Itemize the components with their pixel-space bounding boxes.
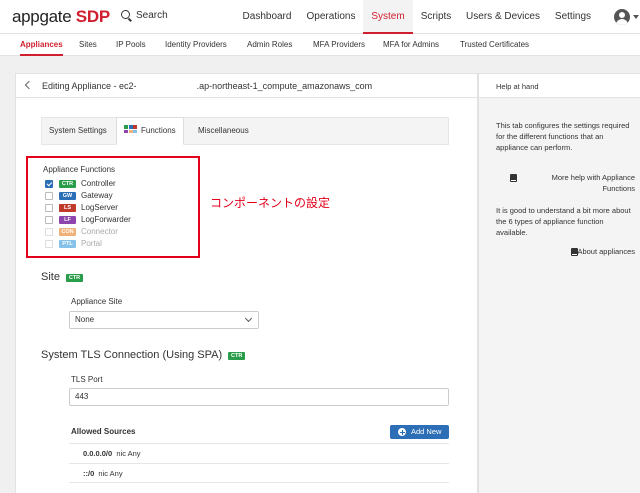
nav-scripts[interactable]: Scripts — [413, 0, 459, 34]
gateway-label: Gateway — [81, 191, 113, 200]
book-icon — [571, 248, 578, 256]
help-panel: Help at hand This tab configures the set… — [478, 73, 640, 493]
portal-label: Portal — [81, 239, 102, 248]
appliance-site-value: None — [75, 315, 95, 324]
functions-grid-icon — [124, 125, 137, 134]
top-navbar: appgate SDP Search Dashboard Operations … — [0, 0, 640, 34]
controller-label: Controller — [81, 179, 116, 188]
tab-functions[interactable]: Functions — [116, 117, 184, 145]
add-new-button[interactable]: Add New — [390, 425, 449, 439]
table-divider — [69, 482, 449, 493]
nav-dashboard[interactable]: Dashboard — [235, 0, 299, 34]
subnav-sites[interactable]: Sites — [79, 34, 97, 56]
source-detail: nic Any — [98, 469, 123, 478]
page-title: Editing Appliance - ec2- .ap-northeast-1_… — [42, 81, 372, 91]
tab-functions-label: Functions — [141, 126, 176, 135]
tls-port-input[interactable]: 443 — [69, 388, 449, 406]
tls-heading: System TLS Connection (Using SPA) CTR — [41, 349, 246, 361]
connector-label: Connector — [81, 227, 118, 236]
chevron-down-icon — [244, 314, 253, 323]
search-icon — [121, 10, 130, 19]
tls-heading-text: System TLS Connection (Using SPA) — [41, 349, 223, 361]
help-link-functions-label: More help with Appliance Functions — [551, 173, 635, 193]
chevron-down-icon[interactable] — [633, 15, 639, 19]
logo-name: appgate — [12, 7, 72, 26]
subnav-ip-pools[interactable]: IP Pools — [116, 34, 146, 56]
logforwarder-badge: LF — [59, 216, 76, 224]
source-address: 0.0.0.0/0 — [83, 449, 113, 458]
source-address: ::/0 — [83, 469, 95, 478]
portal-badge: PTL — [59, 240, 76, 248]
portal-checkbox — [45, 240, 53, 248]
help-paragraph: This tab configures the settings require… — [496, 121, 630, 152]
site-heading-text: Site — [41, 271, 60, 283]
tab-miscellaneous[interactable]: Miscellaneous — [198, 118, 249, 144]
nav-settings[interactable]: Settings — [547, 0, 599, 34]
gateway-checkbox[interactable] — [45, 192, 53, 200]
logserver-checkbox[interactable] — [45, 204, 53, 212]
connector-badge: CON — [59, 228, 76, 236]
site-ctr-badge: CTR — [65, 274, 83, 282]
logforwarder-checkbox[interactable] — [45, 216, 53, 224]
tls-port-label: TLS Port — [71, 375, 103, 384]
sub-navbar: Appliances Sites IP Pools Identity Provi… — [0, 34, 640, 56]
source-detail: nic Any — [116, 449, 141, 458]
help-header: Help at hand — [479, 74, 640, 98]
nav-operations[interactable]: Operations — [299, 0, 363, 34]
subnav-mfa-admins[interactable]: MFA for Admins — [383, 34, 439, 56]
help-link-about[interactable]: About appliances — [519, 246, 635, 257]
allowed-sources-label: Allowed Sources — [71, 427, 136, 436]
annotation-text: コンポーネントの設定 — [210, 196, 331, 210]
controller-checkbox[interactable] — [45, 180, 53, 188]
connector-checkbox — [45, 228, 53, 236]
logforwarder-label: LogForwarder — [81, 215, 131, 224]
user-avatar-icon[interactable] — [614, 9, 630, 25]
app-logo[interactable]: appgate SDP — [12, 7, 110, 27]
gateway-badge: GW — [59, 192, 76, 200]
redacted-hostname — [136, 81, 197, 89]
logserver-label: LogServer — [81, 203, 118, 212]
tls-ctr-badge: CTR — [228, 352, 246, 360]
table-row[interactable]: 0.0.0.0/0 nic Any — [69, 443, 449, 462]
editor-header: Editing Appliance - ec2- .ap-northeast-1_… — [16, 74, 477, 98]
controller-badge: CTR — [59, 180, 76, 188]
title-prefix: Editing Appliance - ec2- — [42, 81, 137, 91]
subnav-admin-roles[interactable]: Admin Roles — [247, 34, 292, 56]
help-paragraph: It is good to understand a bit more abou… — [496, 206, 631, 237]
book-icon — [510, 174, 517, 182]
appliance-site-label: Appliance Site — [71, 297, 123, 306]
help-link-about-label: About appliances — [577, 247, 635, 256]
nav-users-devices[interactable]: Users & Devices — [459, 0, 547, 34]
logo-suffix: SDP — [75, 7, 110, 26]
search-label: Search — [136, 10, 168, 21]
subnav-identity-providers[interactable]: Identity Providers — [165, 34, 227, 56]
add-new-label: Add New — [411, 427, 442, 436]
functions-title: Appliance Functions — [43, 165, 116, 174]
table-row[interactable]: ::/0 nic Any — [69, 463, 449, 482]
subnav-mfa-providers[interactable]: MFA Providers — [313, 34, 365, 56]
subnav-trusted-certificates[interactable]: Trusted Certificates — [460, 34, 529, 56]
search-button[interactable]: Search — [121, 10, 168, 21]
title-suffix: .ap-northeast-1_compute_amazonaws_com — [196, 81, 373, 91]
help-title: Help at hand — [496, 82, 539, 91]
plus-circle-icon — [398, 428, 406, 436]
nav-system[interactable]: System — [363, 0, 413, 34]
back-chevron-icon[interactable] — [24, 80, 34, 90]
subnav-appliances[interactable]: Appliances — [20, 34, 63, 56]
logserver-badge: LS — [59, 204, 76, 212]
site-heading: Site CTR — [41, 271, 83, 283]
tab-system-settings[interactable]: System Settings — [49, 118, 107, 144]
tab-bar: System Settings Functions Miscellaneous — [41, 117, 449, 145]
help-link-functions[interactable]: More help with Appliance Functions — [510, 172, 635, 194]
appliance-site-select[interactable]: None — [69, 311, 259, 329]
